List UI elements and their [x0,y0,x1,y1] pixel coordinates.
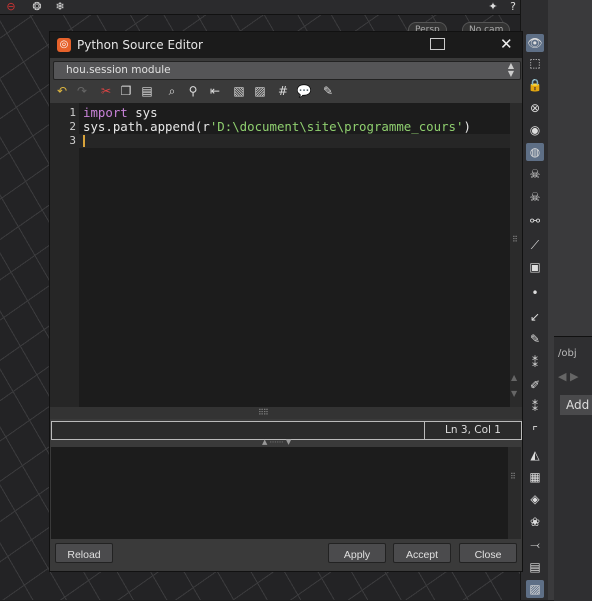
image-icon[interactable]: ▨ [526,580,544,598]
code-line-2: sys.path.append(r'D:\document\site\progr… [83,119,471,134]
network-pane: /obj ◀ ▶ Add [548,0,592,601]
uncomment-icon[interactable]: ▨ [252,83,268,99]
horizontal-scrollbar[interactable]: ⠿⠿ [50,407,522,419]
grip-icon[interactable]: ⠿⠿ [258,408,269,417]
text-cursor [83,135,85,147]
reload-button[interactable]: Reload [55,543,113,563]
point-icon[interactable]: • [526,284,544,302]
camera-tool-icon[interactable]: ▣ [526,258,544,276]
cut-icon[interactable]: ✂ [98,83,114,99]
python-source-editor-window: ◎ Python Source Editor ✕ hou.session mod… [49,31,523,572]
current-line-highlight [79,134,510,148]
line-number: 3 [69,134,76,147]
wire-icon[interactable]: ◈ [526,490,544,508]
point-numbers-icon[interactable]: ⁑ [526,354,544,372]
view-tool-icon[interactable]: 👁 [526,34,544,52]
lock-icon[interactable]: 🔒 [526,76,544,94]
notepad-icon[interactable]: ✎ [320,83,336,99]
undock-icon[interactable] [430,38,445,50]
close-button[interactable]: Close [459,543,517,563]
render-icon[interactable]: ▤ [526,558,544,576]
indent-icon[interactable]: ⇤ [207,83,223,99]
brush-icon[interactable]: ✐ [526,376,544,394]
pin-icon[interactable]: ✎ [526,330,544,348]
corner-icon[interactable]: ⌜ [526,422,544,440]
accept-button[interactable]: Accept [393,543,451,563]
code-scrollbar[interactable]: ⠿ ▲ ▼ [510,103,522,407]
title-bar[interactable]: ◎ Python Source Editor ✕ [50,32,522,58]
output-scrollbar[interactable]: ⠿ [508,447,521,539]
redo-icon[interactable]: ↷ [74,83,90,99]
add-button[interactable]: Add [560,395,592,415]
editor-toolbar: ↶ ↷ ✂ ❐ ▤ ⌕ ⚲ ⇤ ▧ ▨ # 💬 ✎ [50,82,522,102]
module-select[interactable]: hou.session module ▲ ▼ [53,61,521,80]
nav-arrows-icon[interactable]: ◀ ▶ [558,370,578,383]
skull-alt-icon[interactable]: ☠ [526,188,544,206]
stop-icon[interactable]: ⊖ [4,0,18,14]
code-token: sys.path.append(r [83,119,210,134]
help-icon[interactable]: ? [506,0,520,14]
display-icon[interactable]: ◉ [526,121,544,139]
find-icon[interactable]: ⌕ [164,83,180,99]
normals-icon[interactable]: ⟋ [526,236,544,254]
code-token: ) [463,119,471,134]
snowflake-icon[interactable]: ❄ [53,0,67,14]
viewport-tool-shelf: 👁 ⬚ 🔒 ⊗ ◉ ◍ ☠ ☠ ⚯ ⟋ ▣ • ↙ ✎ ⁑ ✐ ⁑ ⌜ ◭ ▦ … [520,0,549,600]
replace-icon[interactable]: ⚲ [185,83,201,99]
settings-icon[interactable]: ✦ [486,0,500,14]
string-token: 'D:\document\site\programme_cours' [209,119,464,134]
select-tool-icon[interactable]: ⬚ [526,54,544,72]
keyword-token: import [83,105,128,120]
ghost-icon[interactable]: ⊗ [526,99,544,117]
line-number: 2 [69,120,76,133]
close-icon[interactable]: ✕ [500,35,513,53]
window-title: Python Source Editor [77,38,203,52]
grip-icon[interactable]: ⠿ [510,472,516,481]
node-graph-icon[interactable]: ⚯ [526,212,544,230]
shading-icon[interactable]: ◭ [526,446,544,464]
apply-button[interactable]: Apply [328,543,386,563]
prim-numbers-icon[interactable]: ⁑ [526,398,544,416]
viewport-toolbar: ⊖ ❂ ❄ ✦ ? Persp No cam [0,0,520,38]
houdini-logo-icon: ◎ [57,38,71,52]
texture-icon[interactable]: ▦ [526,468,544,486]
scroll-down-icon[interactable]: ▼ [511,389,517,398]
code-editor[interactable]: 1 2 3 import sys sys.path.append(r'D:\do… [50,103,510,407]
splitter-grip-icon[interactable]: ▲ ⋯⋯ ▼ [262,438,291,446]
copy-icon[interactable]: ❐ [118,83,134,99]
pane-splitter[interactable]: ▲ ⋯⋯ ▼ [50,438,522,447]
skull-icon[interactable]: ☠ [526,165,544,183]
line-number: 1 [69,106,76,119]
network-path[interactable]: /obj [558,348,577,359]
paste-icon[interactable]: ▤ [139,83,155,99]
updown-arrows-icon: ▲ ▼ [507,61,514,78]
light-icon[interactable]: ◍ [526,143,544,161]
snap-icon[interactable]: ⤙ [526,536,544,554]
module-select-value: hou.session module [66,64,171,76]
line-number-gutter [50,103,79,407]
hash-comment-icon[interactable]: # [275,83,291,99]
display-options-icon[interactable]: ❂ [30,0,44,14]
code-line-1: import sys [83,105,158,120]
scroll-up-icon[interactable]: ▲ [511,373,517,382]
grip-icon[interactable]: ⠿ [512,235,518,244]
speech-bubble-icon[interactable]: 💬 [296,83,312,99]
comment-icon[interactable]: ▧ [231,83,247,99]
cursor-position: Ln 3, Col 1 [424,422,521,439]
code-token: sys [127,105,158,120]
undo-icon[interactable]: ↶ [54,83,70,99]
arrow-down-left-icon[interactable]: ↙ [526,308,544,326]
frog-icon[interactable]: ❀ [526,513,544,531]
output-console[interactable] [51,447,508,539]
